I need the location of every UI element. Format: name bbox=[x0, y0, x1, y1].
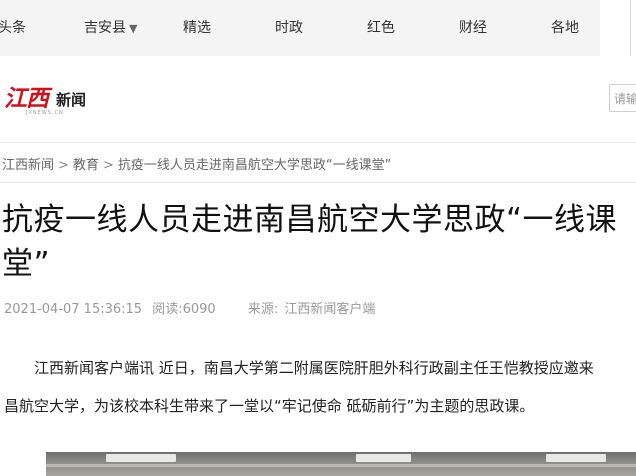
site-logo[interactable]: 江西 新闻 JXNEWS.CN bbox=[4, 84, 94, 118]
breadcrumb-item-education[interactable]: 教育 bbox=[73, 158, 99, 173]
header-divider bbox=[0, 142, 636, 143]
ceiling-beam bbox=[46, 464, 636, 467]
search-input[interactable]: 请输 bbox=[609, 84, 636, 112]
breadcrumb-separator: > bbox=[58, 158, 69, 173]
publish-datetime: 2021-04-07 15:36:15 bbox=[4, 302, 143, 317]
nav-item-featured[interactable]: 精选 bbox=[183, 0, 211, 56]
nav-item-red[interactable]: 红色 bbox=[367, 0, 395, 56]
article-title: 抗疫一线人员走进南昌航空大学思政“一线课堂” bbox=[2, 202, 618, 282]
article-meta: 2021-04-07 15:36:15 阅读:6090 来源: 江西新闻客户端 bbox=[4, 298, 381, 317]
article-paragraph-line: 江西新闻客户端讯 近日，南昌大学第二附属医院肝胆外科行政副主任王恺教授应邀来 bbox=[34, 359, 594, 377]
nav-item-regions[interactable]: 各地 bbox=[551, 0, 579, 56]
logo-brand-text: 新闻 bbox=[56, 91, 87, 109]
logo-subtext: JXNEWS.CN bbox=[26, 110, 64, 116]
article-paragraph-line: 昌航空大学，为该校本科生带来了一堂以“牢记使命 砥砺前行”为主题的思政课。 bbox=[4, 397, 535, 415]
ceiling-light bbox=[546, 454, 606, 462]
nav-item-politics[interactable]: 时政 bbox=[275, 0, 303, 56]
breadcrumb-item-current[interactable]: 抗疫一线人员走进南昌航空大学思政“一线课堂” bbox=[118, 158, 391, 173]
nav-item-finance[interactable]: 财经 bbox=[459, 0, 487, 56]
breadcrumb-item-home[interactable]: 江西新闻 bbox=[2, 158, 54, 173]
breadcrumb-separator: > bbox=[102, 158, 114, 173]
source-label: 来源: bbox=[247, 302, 279, 317]
article-photo bbox=[46, 452, 636, 476]
source-name[interactable]: 江西新闻客户端 bbox=[284, 302, 375, 317]
nav-item-label: 吉安县 bbox=[84, 20, 126, 36]
ceiling-light bbox=[106, 454, 176, 462]
chevron-down-icon: ▼ bbox=[129, 22, 138, 35]
breadcrumb-divider bbox=[0, 182, 636, 183]
nav-divider bbox=[630, 0, 631, 56]
view-count: 阅读:6090 bbox=[152, 302, 216, 317]
ceiling-light bbox=[356, 454, 411, 462]
breadcrumb: 江西新闻 > 教育 > 抗疫一线人员走进南昌航空大学思政“一线课堂” bbox=[2, 154, 391, 173]
nav-item-headlines[interactable]: 头条 bbox=[0, 0, 26, 56]
top-nav: 头条 吉安县 ▼ 精选 时政 红色 财经 各地 bbox=[0, 0, 600, 56]
nav-item-jian-county[interactable]: 吉安县 ▼ bbox=[84, 0, 137, 56]
